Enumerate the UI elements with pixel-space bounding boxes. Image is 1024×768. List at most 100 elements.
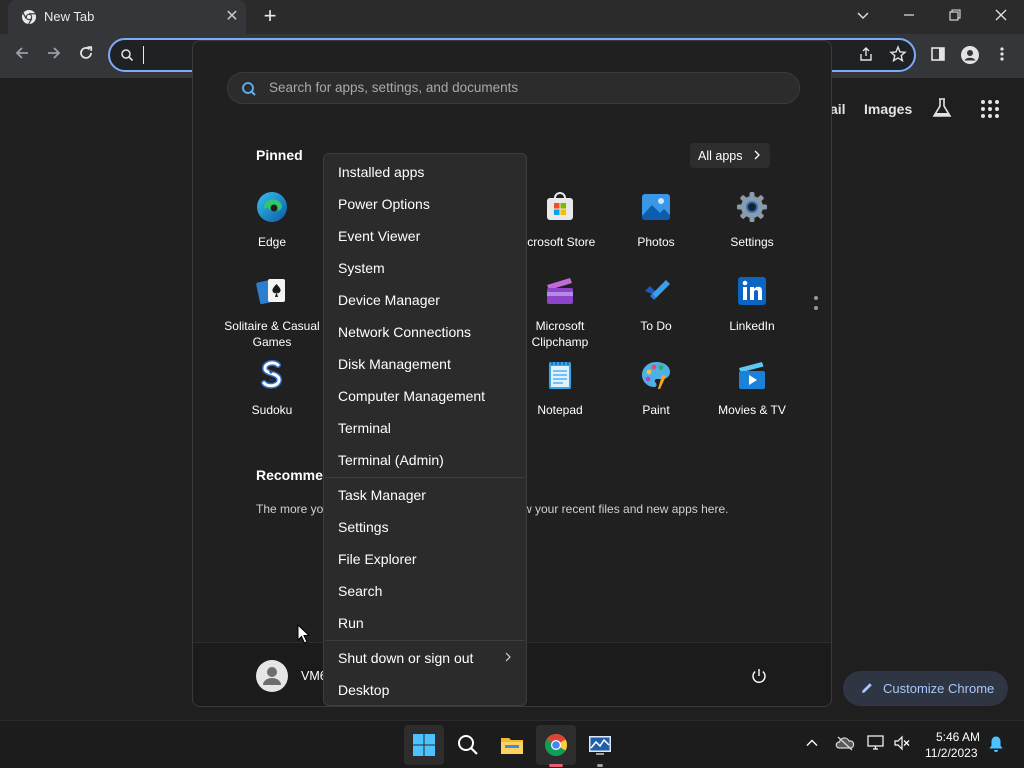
todo-icon [645, 280, 670, 300]
onedrive-offline-icon[interactable] [835, 735, 855, 756]
pinned-app-edge[interactable]: Edge [224, 191, 320, 250]
sudoku-icon [261, 359, 282, 389]
text-caret [143, 46, 144, 64]
solitaire-icon [256, 279, 285, 305]
microsoft-store-icon [547, 192, 573, 220]
chevron-right-icon [505, 652, 511, 662]
pinned-app-paint[interactable]: Paint [608, 359, 704, 418]
menu-separator [325, 477, 525, 478]
app-label: Sudoku [251, 403, 293, 417]
notification-bell-icon[interactable] [988, 735, 1004, 758]
profile-avatar-icon[interactable] [959, 45, 981, 67]
app-label: Settings [730, 235, 774, 249]
start-search-placeholder: Search for apps, settings, and documents [269, 80, 519, 95]
user-avatar[interactable] [256, 660, 288, 692]
side-panel-icon[interactable] [927, 45, 949, 67]
menu-item-computer-management[interactable]: Computer Management [338, 388, 485, 404]
mouse-pointer-icon [297, 624, 311, 644]
search-icon [242, 82, 256, 96]
search-icon [458, 735, 478, 755]
power-icon[interactable] [750, 667, 768, 690]
pinned-page-indicator[interactable] [814, 296, 818, 316]
app-label: Movies & TV [718, 403, 786, 417]
tab-close-icon[interactable]: ✕ [222, 7, 242, 27]
start-button[interactable] [404, 725, 444, 765]
clock-time[interactable]: 5:46 AM [936, 730, 980, 744]
speaker-muted-icon[interactable] [893, 735, 911, 756]
app-label: Solitaire & Casual Games [224, 319, 320, 349]
menu-item-task-manager[interactable]: Task Manager [338, 487, 426, 503]
pinned-app-settings[interactable]: Settings [704, 191, 800, 250]
tab-title: New Tab [44, 9, 95, 24]
forward-arrow-icon[interactable] [42, 44, 66, 68]
paint-icon [642, 362, 670, 389]
menu-item-network-connections[interactable]: Network Connections [338, 324, 471, 340]
quick-link-context-menu: Installed apps Power Options Event Viewe… [323, 153, 527, 706]
images-link[interactable]: Images [864, 101, 912, 117]
bookmark-star-icon[interactable] [887, 45, 909, 67]
tab-search-chevron-down-icon[interactable] [848, 3, 878, 29]
restore-window-icon[interactable] [940, 3, 970, 29]
menu-separator [325, 640, 525, 641]
clipchamp-icon [547, 278, 573, 304]
customize-chrome-button[interactable]: Customize Chrome [843, 671, 1008, 706]
edge-icon [257, 192, 287, 222]
gmail-link[interactable]: ail [830, 101, 846, 117]
menu-item-power-options[interactable]: Power Options [338, 196, 430, 212]
labs-flask-icon[interactable] [931, 97, 953, 124]
pinned-app-movies-tv[interactable]: Movies & TV [704, 359, 800, 418]
pencil-icon [862, 683, 872, 693]
pinned-app-photos[interactable]: Photos [608, 191, 704, 250]
linkedin-icon [738, 277, 766, 305]
app-label: LinkedIn [729, 319, 775, 333]
app-label: Photos [637, 235, 675, 249]
menu-item-system[interactable]: System [338, 260, 385, 276]
back-arrow-icon[interactable] [10, 44, 34, 68]
all-apps-button[interactable]: All apps [690, 143, 770, 168]
share-icon[interactable] [855, 45, 877, 67]
close-window-icon[interactable] [986, 3, 1016, 29]
windows-logo-icon [413, 734, 435, 756]
recommended-message-right: w your recent files and new apps here. [523, 502, 729, 516]
pinned-app-solitaire[interactable]: Solitaire & Casual Games [224, 275, 320, 350]
running-indicator [597, 764, 603, 767]
menu-item-file-explorer[interactable]: File Explorer [338, 551, 417, 567]
start-search-input[interactable]: Search for apps, settings, and documents [227, 72, 800, 104]
clock-date[interactable]: 11/2/2023 [925, 746, 978, 760]
folder-icon [501, 738, 523, 754]
pinned-heading: Pinned [256, 147, 303, 163]
menu-item-terminal-admin[interactable]: Terminal (Admin) [338, 452, 444, 468]
pinned-app-to-do[interactable]: To Do [608, 275, 704, 334]
taskbar-file-explorer[interactable] [492, 725, 532, 765]
app-label: Paint [642, 403, 670, 417]
menu-item-run[interactable]: Run [338, 615, 364, 631]
recommended-heading: Recommen [256, 467, 332, 483]
menu-item-disk-management[interactable]: Disk Management [338, 356, 451, 372]
tab-strip: New Tab ✕ + [0, 0, 1024, 34]
reload-icon[interactable] [74, 44, 98, 68]
network-icon[interactable] [867, 735, 885, 756]
more-vert-icon[interactable] [991, 45, 1013, 67]
menu-item-desktop[interactable]: Desktop [338, 682, 389, 698]
menu-item-event-viewer[interactable]: Event Viewer [338, 228, 420, 244]
show-hidden-icons-chevron-up-icon[interactable] [804, 735, 820, 756]
pinned-app-sudoku[interactable]: Sudoku [224, 359, 320, 418]
apps-grid-icon[interactable] [980, 99, 1000, 124]
taskbar-chrome[interactable] [536, 725, 576, 767]
menu-item-shut-down-or-sign-out[interactable]: Shut down or sign out [338, 650, 473, 666]
minimize-window-icon[interactable] [894, 3, 924, 29]
settings-gear-icon [737, 192, 767, 222]
menu-item-device-manager[interactable]: Device Manager [338, 292, 440, 308]
chrome-icon [545, 734, 567, 756]
menu-item-search[interactable]: Search [338, 583, 382, 599]
menu-item-installed-apps[interactable]: Installed apps [338, 164, 424, 180]
tab-new-tab[interactable]: New Tab ✕ [8, 0, 246, 34]
menu-item-settings[interactable]: Settings [338, 519, 389, 535]
taskbar-search-button[interactable] [448, 725, 488, 765]
app-label: Edge [257, 235, 287, 249]
menu-item-terminal[interactable]: Terminal [338, 420, 391, 436]
new-tab-button[interactable]: + [258, 5, 282, 29]
movies-tv-icon [739, 362, 765, 389]
taskbar-resource-monitor[interactable] [580, 725, 620, 767]
pinned-app-linkedin[interactable]: LinkedIn [704, 275, 800, 334]
